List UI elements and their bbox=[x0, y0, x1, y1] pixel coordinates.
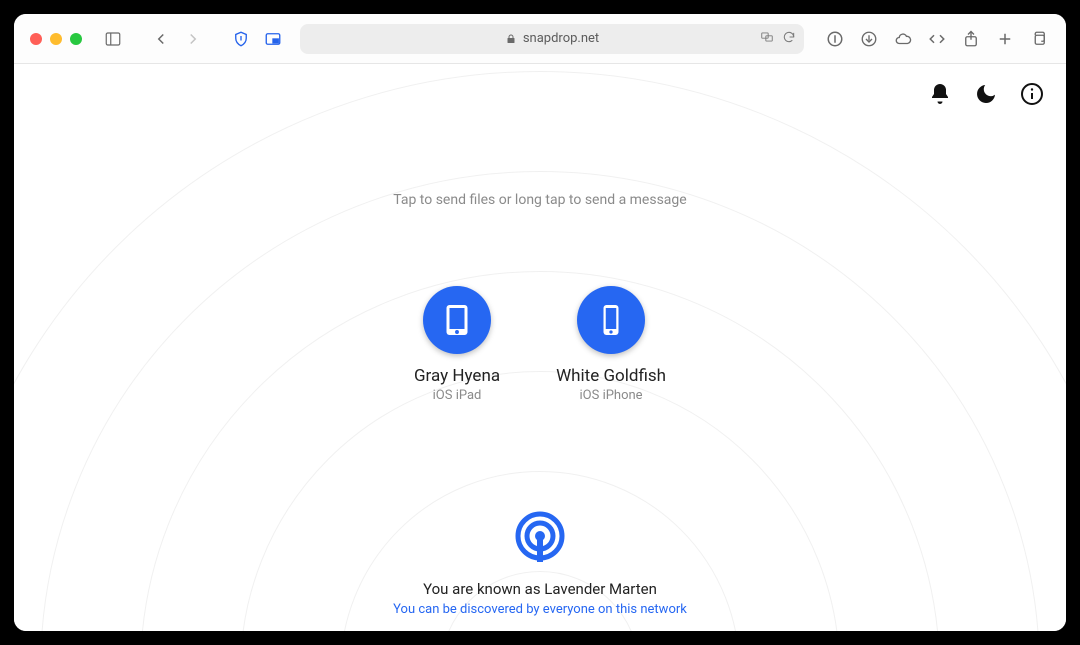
dark-mode-icon[interactable] bbox=[974, 82, 998, 106]
page-top-actions bbox=[928, 82, 1044, 106]
share-icon[interactable] bbox=[960, 28, 982, 50]
peer-white-goldfish[interactable]: White Goldfish iOS iPhone bbox=[556, 286, 666, 403]
identity-prefix: You are known as bbox=[423, 580, 544, 598]
page-content: Tap to send files or long tap to send a … bbox=[14, 64, 1066, 631]
browser-window: snapdrop.net bbox=[14, 14, 1066, 631]
picture-in-picture-icon[interactable] bbox=[262, 28, 284, 50]
peer-device: iOS iPad bbox=[433, 388, 482, 403]
footer: You are known as Lavender Marten You can… bbox=[14, 506, 1066, 617]
tabs-overview-icon[interactable] bbox=[1028, 28, 1050, 50]
maximize-window-button[interactable] bbox=[70, 33, 82, 45]
window-controls bbox=[30, 33, 82, 45]
address-bar[interactable]: snapdrop.net bbox=[300, 24, 804, 54]
tablet-icon bbox=[423, 286, 491, 354]
snapdrop-logo-icon bbox=[508, 506, 572, 570]
phone-icon bbox=[577, 286, 645, 354]
downloads-icon[interactable] bbox=[858, 28, 880, 50]
cloud-icon[interactable] bbox=[892, 28, 914, 50]
peer-name: White Goldfish bbox=[556, 366, 666, 386]
discover-text[interactable]: You can be discovered by everyone on thi… bbox=[393, 602, 687, 617]
browser-toolbar: snapdrop.net bbox=[14, 14, 1066, 64]
address-bar-actions bbox=[760, 30, 796, 48]
toolbar-right bbox=[824, 28, 1050, 50]
identity-name: Lavender Marten bbox=[544, 580, 657, 598]
minimize-window-button[interactable] bbox=[50, 33, 62, 45]
peer-device: iOS iPhone bbox=[580, 388, 643, 403]
dev-tools-icon[interactable] bbox=[926, 28, 948, 50]
translate-icon[interactable] bbox=[760, 30, 774, 48]
reload-icon[interactable] bbox=[782, 30, 796, 48]
peer-gray-hyena[interactable]: Gray Hyena iOS iPad bbox=[414, 286, 500, 403]
lock-icon bbox=[505, 33, 517, 45]
close-window-button[interactable] bbox=[30, 33, 42, 45]
sidebar-toggle-icon[interactable] bbox=[102, 28, 124, 50]
info-icon[interactable] bbox=[1020, 82, 1044, 106]
forward-button[interactable] bbox=[182, 28, 204, 50]
address-bar-text: snapdrop.net bbox=[523, 31, 599, 46]
new-tab-icon[interactable] bbox=[994, 28, 1016, 50]
instruction-text: Tap to send files or long tap to send a … bbox=[14, 192, 1066, 208]
back-button[interactable] bbox=[150, 28, 172, 50]
peers-list: Gray Hyena iOS iPad White Goldfish iOS i… bbox=[14, 286, 1066, 403]
identity-text: You are known as Lavender Marten bbox=[423, 580, 657, 598]
shield-icon[interactable] bbox=[230, 28, 252, 50]
peer-name: Gray Hyena bbox=[414, 366, 500, 386]
notifications-icon[interactable] bbox=[928, 82, 952, 106]
password-manager-icon[interactable] bbox=[824, 28, 846, 50]
